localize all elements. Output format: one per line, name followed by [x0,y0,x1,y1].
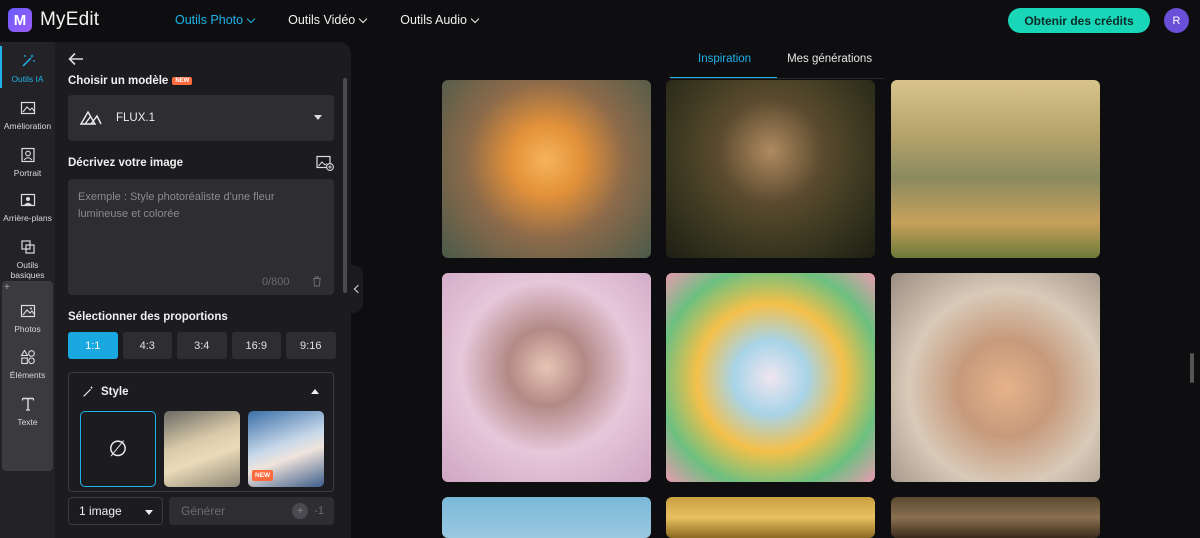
prompt-counter: 0/800 [262,276,290,288]
tool-rail: + Outils IA Amélioration Portrait Arrièr… [0,42,55,538]
inspiration-image-sky[interactable] [442,497,651,538]
logo-icon: M [8,8,32,32]
magic-wand-icon [19,52,37,70]
rail-item-label: Arrière-plans [3,213,52,223]
generate-cost: + -1 [292,503,324,519]
style-none-option[interactable]: ∅ [80,411,156,487]
inspiration-image-cherry-blossom[interactable] [442,273,651,482]
inspiration-image-kitten[interactable] [442,80,651,258]
credit-coin-icon: + [292,503,309,519]
rail-item-backgrounds[interactable]: Arrière-plans [2,191,53,223]
tab-inspiration[interactable]: Inspiration [670,50,778,79]
nav-audio-tools[interactable]: Outils Audio [400,13,480,27]
style-wand-icon [83,385,94,397]
image-add-icon[interactable] [316,155,334,171]
nav-photo-tools[interactable]: Outils Photo [175,13,256,27]
rail-item-basic-tools[interactable]: Outils basiques [2,238,53,280]
ratio-selector: 1:1 4:3 3:4 16:9 9:16 [68,332,336,359]
style-label: Style [101,386,129,398]
trash-icon[interactable] [312,276,322,287]
image-count-select[interactable]: 1 image [68,497,163,525]
prompt-label: Décrivez votre image [68,157,184,169]
chevron-down-icon [246,14,256,23]
rail-item-photos[interactable]: Photos [2,302,53,334]
generate-button[interactable]: Générer + -1 [169,497,334,525]
model-label: Choisir un modèle [68,75,169,87]
rail-item-label: Amélioration [3,121,52,131]
rail-item-label: Portrait [13,168,42,178]
main-scrollbar[interactable] [1190,353,1194,383]
back-arrow-icon[interactable] [68,52,84,66]
photos-icon [19,302,37,320]
ratio-1-1-button[interactable]: 1:1 [68,332,118,359]
elements-icon [19,348,37,366]
background-icon [19,191,37,209]
rail-item-elements[interactable]: Éléments [2,348,53,380]
ratio-label: Sélectionner des proportions [68,311,228,323]
image-count-value: 1 image [79,504,122,518]
panel-scrollbar[interactable] [343,78,347,293]
flux-logo-icon [80,111,102,125]
get-credits-button[interactable]: Obtenir des crédits [1008,8,1150,33]
rail-plus-icon: + [4,282,10,293]
rail-item-text[interactable]: Texte [2,395,53,427]
nav-photo-tools-label: Outils Photo [175,13,244,27]
style-realistic-option[interactable] [164,411,240,487]
app-name: MyEdit [40,9,100,30]
generate-cost-value: -1 [314,505,324,517]
ratio-16-9-button[interactable]: 16:9 [231,332,281,359]
chevron-down-icon [470,14,480,23]
inspiration-image-woman[interactable] [666,80,875,258]
model-section-title: Choisir un modèle NEW [68,75,193,87]
avatar[interactable]: R [1164,8,1189,33]
rail-item-ai-tools[interactable]: Outils IA [0,46,53,88]
rail-item-portrait[interactable]: Portrait [2,146,53,178]
panel-collapse-button[interactable] [351,265,363,313]
model-select[interactable]: FLUX.1 [68,95,334,141]
style-header[interactable]: Style [81,385,129,399]
top-bar: M MyEdit Outils Photo Outils Vidéo Outil… [0,0,1200,42]
text-icon [19,395,37,413]
basic-tools-icon [19,238,37,256]
prompt-placeholder: Exemple : Style photoréaliste d'une fleu… [78,191,275,220]
ratio-4-3-button[interactable]: 4:3 [122,332,172,359]
inspiration-image-robot[interactable] [891,80,1100,258]
caret-down-icon [145,510,153,515]
nav-video-tools-label: Outils Vidéo [288,13,356,27]
rail-item-label: Photos [14,324,41,334]
inspiration-image-window[interactable] [666,497,875,538]
new-tag: NEW [252,470,274,481]
app-logo[interactable]: M MyEdit [8,8,99,32]
gallery-tabs: Inspiration Mes générations [670,50,882,79]
rail-item-label: Texte [17,417,38,427]
ratio-9-16-button[interactable]: 9:16 [286,332,336,359]
nav-video-tools[interactable]: Outils Vidéo [288,13,368,27]
portrait-icon [19,146,37,164]
style-section: Style ∅ NEW [68,372,334,492]
image-enhance-icon [19,99,37,117]
tab-my-generations[interactable]: Mes générations [777,50,882,79]
rail-item-enhance[interactable]: Amélioration [2,99,53,131]
style-anime-option[interactable]: NEW [248,411,324,487]
tabs-divider [670,78,884,79]
ratio-3-4-button[interactable]: 3:4 [177,332,227,359]
caret-down-icon [314,115,322,120]
main-nav: Outils Photo Outils Vidéo Outils Audio [175,13,512,27]
model-value: FLUX.1 [116,112,155,124]
nav-audio-tools-label: Outils Audio [400,13,467,27]
rail-item-label: Outils basiques [10,260,45,280]
inspiration-image-girl-rabbit[interactable] [666,273,875,482]
inspiration-image-boy-capybara[interactable] [891,273,1100,482]
chevron-down-icon [359,14,368,23]
generate-label: Générer [181,504,226,518]
new-badge: NEW [172,76,193,85]
chevron-left-icon [353,284,363,294]
prompt-textarea[interactable]: Exemple : Style photoréaliste d'une fleu… [68,179,334,295]
inspiration-image-interior[interactable] [891,497,1100,538]
rail-item-label: Outils IA [11,74,44,84]
collapse-caret-icon[interactable] [311,389,319,394]
rail-item-label: Éléments [9,370,46,380]
